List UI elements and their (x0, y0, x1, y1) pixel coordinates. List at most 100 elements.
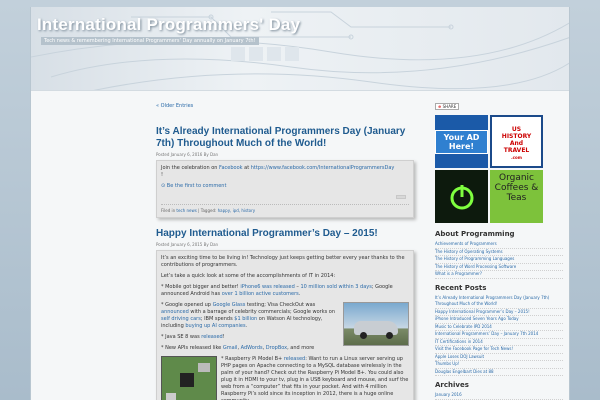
post-title[interactable]: Happy International Programmer’s Day – 2… (156, 228, 424, 240)
text: : Want to run a Linux server serving up … (221, 356, 409, 400)
older-entries-link[interactable]: « Older Entries (156, 103, 424, 109)
text: | Tagged: (196, 208, 218, 213)
share-icon: ⊕ (438, 104, 442, 109)
ad-text: HISTORY (501, 133, 532, 140)
sidebar: ⊕ SHARE Your AD Here! US HISTORY And TRA… (435, 103, 563, 400)
header: International Programmers' Day Tech news… (31, 7, 569, 91)
recent-post-item[interactable]: Thumbs Up! (435, 361, 563, 369)
text: * Raspberry Pi Model B+ (221, 356, 284, 362)
ad-text: .com (511, 155, 522, 160)
java-released-link[interactable]: released (201, 334, 222, 340)
about-item[interactable]: Achievements of Programmers (435, 241, 563, 249)
ad-your-ad-here[interactable]: Your AD Here! (435, 115, 488, 168)
pi-chip (180, 373, 194, 387)
post: It’s Already International Programmers D… (156, 126, 424, 218)
about-item[interactable]: What is a Programmer? (435, 271, 563, 279)
blog-description: Tech news & remembering International Pr… (41, 37, 259, 45)
recent-posts-heading: Recent Posts (435, 283, 487, 292)
car-wheel (386, 332, 393, 339)
category-link[interactable]: tech news (176, 208, 196, 213)
ad-organic-coffees[interactable]: Organic Coffees & Teas (490, 170, 543, 223)
gmail-link[interactable]: Gmail (223, 345, 238, 351)
google-glass-link[interactable]: Google Glass (213, 302, 246, 308)
text: Join the celebration on (161, 165, 220, 171)
comments-link[interactable]: ⊙ Be the first to comment (161, 183, 409, 190)
iphone6-link[interactable]: iPhone6 was released (240, 284, 294, 290)
self-driving-car-image (343, 302, 409, 346)
post-meta: Posted January 6, 2015 By Dan (156, 242, 219, 247)
ad-text: US (511, 126, 522, 133)
recent-post-item[interactable]: Apple Loses DOJ Lawsuit (435, 354, 563, 361)
dropbox-link[interactable]: DropBox (266, 345, 287, 351)
recent-post-item[interactable]: Happy International Programmer’s Day – 2… (435, 309, 563, 316)
post-filed: Filed in tech news | Tagged: happy, ipd,… (161, 204, 409, 214)
ad-text: TRAVEL (503, 147, 530, 154)
power-icon (450, 184, 473, 209)
text: . (245, 323, 248, 329)
recent-post-item[interactable]: International Programmers’ Day – January… (435, 331, 563, 339)
text: Filed in (161, 208, 177, 213)
about-item[interactable]: The History of Operating Systems (435, 249, 563, 256)
post-entry: Join the celebration on Facebook at http… (156, 160, 414, 218)
archives-list: January 2016 (435, 392, 563, 400)
text: at (242, 165, 251, 171)
sales-link[interactable]: 10 million sold within 3 days (300, 284, 371, 290)
page-container: International Programmers' Day Tech news… (30, 7, 570, 400)
post-entry: It’s an exciting time to be living in! T… (156, 250, 414, 400)
ad-power-icon[interactable] (435, 170, 488, 223)
text: with a barrage of celebrity commercials;… (188, 309, 336, 315)
pi-released-link[interactable]: released (284, 356, 305, 362)
android-link[interactable]: over 1 billion active customers (222, 291, 299, 297)
post-pager (161, 193, 409, 201)
tags-link[interactable]: happy, ipd, history (218, 208, 255, 213)
about-item[interactable]: The History of Programming Languages (435, 256, 563, 264)
self-driving-link[interactable]: self driving cars (161, 316, 201, 322)
pi-hdmi-port (166, 393, 176, 400)
text: ! (161, 172, 164, 178)
archive-item[interactable]: January 2016 (435, 392, 563, 400)
expand-button[interactable] (396, 195, 406, 199)
text: * New APIs released like (161, 345, 223, 351)
pi-usb-port (198, 363, 210, 372)
recent-post-item[interactable]: Music to Celebrate IPD 2014 (435, 324, 563, 331)
comment-icon: ⊙ (161, 183, 166, 189)
post-paragraph: * Mobile got bigger and better! iPhone6 … (161, 284, 409, 298)
comments-label: Be the first to comment (166, 183, 227, 189)
recent-post-item[interactable]: It’s Already International Programmers D… (435, 295, 563, 309)
announced-link[interactable]: announced (161, 309, 189, 315)
recent-post-item[interactable]: Visit the Facebook Page for Tech News! (435, 346, 563, 354)
share-button[interactable]: ⊕ SHARE (435, 103, 460, 110)
post-title[interactable]: It’s Already International Programmers D… (156, 126, 424, 150)
recent-post-item[interactable]: Douglas Engelbart Dies at 88 (435, 369, 563, 376)
archives-heading: Archives (435, 381, 469, 389)
blog-title[interactable]: International Programmers' Day (37, 15, 300, 35)
about-item[interactable]: The History of Word Processing Software (435, 264, 563, 271)
post: Happy International Programmer’s Day – 2… (156, 228, 424, 400)
ad-text: And (509, 140, 524, 147)
post-paragraph: * New APIs released like Gmail, AdWords,… (161, 345, 409, 352)
post-paragraph: It’s an exciting time to be living in! T… (161, 255, 405, 268)
ai-companies-link[interactable]: buying up AI companies (185, 323, 245, 329)
recent-post-item[interactable]: IT Certifications in 2014 (435, 339, 563, 346)
raspberry-pi-image (161, 356, 217, 400)
text: * Mobile got bigger and better! (161, 284, 241, 290)
text: ; IBM spends (200, 316, 235, 322)
share-label: SHARE (442, 104, 457, 109)
text: * Google opened up (161, 302, 213, 308)
facebook-url-link[interactable]: https://www.facebook.com/InternationalPr… (251, 165, 395, 171)
ad-grid: Your AD Here! US HISTORY And TRAVEL .com… (435, 115, 545, 225)
car-wheel (360, 332, 367, 339)
billion-link[interactable]: $1 billion (234, 316, 257, 322)
post-meta: Posted January 6, 2016 By Dan (156, 152, 219, 157)
text: ! (222, 334, 225, 340)
post-paragraph: Let’s take a quick look at some of the a… (161, 273, 336, 279)
recent-post-item[interactable]: iPhone Introduced Seven Years Ago Today (435, 316, 563, 324)
text: , and more (287, 345, 315, 351)
about-list: Achievements of Programmers The History … (435, 241, 563, 279)
ad-text: Your AD Here! (435, 129, 488, 154)
recent-posts-list: It’s Already International Programmers D… (435, 295, 563, 376)
facebook-link[interactable]: Facebook (219, 165, 243, 171)
adwords-link[interactable]: AdWords (241, 345, 263, 351)
ad-us-history-travel[interactable]: US HISTORY And TRAVEL .com (490, 115, 543, 168)
about-heading: About Programming (435, 230, 515, 238)
